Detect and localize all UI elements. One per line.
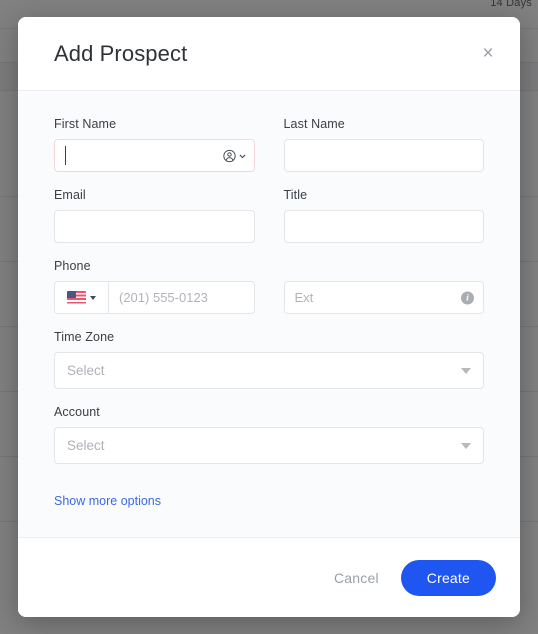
ext-group: i xyxy=(283,259,485,314)
title-input[interactable] xyxy=(283,210,484,243)
last-name-label: Last Name xyxy=(283,117,345,131)
close-icon[interactable]: × xyxy=(474,40,502,68)
page-title: Add Prospect xyxy=(54,40,188,66)
phone-group: Phone xyxy=(54,259,255,314)
time-zone-group: Time Zone Select xyxy=(54,330,484,389)
add-prospect-modal: Add Prospect × First Name Last Name Emai… xyxy=(18,17,520,617)
time-zone-value: Select xyxy=(67,363,105,378)
chevron-down-icon xyxy=(461,442,471,449)
chevron-down-icon xyxy=(239,154,245,158)
account-value: Select xyxy=(67,438,105,453)
time-zone-select[interactable]: Select xyxy=(54,352,484,389)
title-label: Title xyxy=(283,188,308,202)
ext-spacer-label xyxy=(284,259,485,273)
email-input[interactable] xyxy=(54,210,255,243)
caret-down-icon xyxy=(90,295,96,300)
us-flag-icon xyxy=(67,291,86,304)
phone-input[interactable] xyxy=(109,282,254,313)
text-cursor xyxy=(65,146,66,165)
email-label: Email xyxy=(54,188,86,202)
modal-body: First Name Last Name Email Title Phone (… xyxy=(18,91,520,537)
account-group: Account Select xyxy=(54,405,484,464)
email-group: Email xyxy=(54,188,255,243)
first-name-input-wrapper xyxy=(54,139,255,172)
chevron-down-icon xyxy=(461,367,471,374)
last-name-group: Last Name xyxy=(283,117,484,172)
country-code-selector[interactable] xyxy=(55,282,109,313)
title-group: Title xyxy=(283,188,484,243)
last-name-input[interactable] xyxy=(283,139,484,172)
person-circle-icon[interactable] xyxy=(222,149,247,162)
first-name-group: First Name xyxy=(54,117,255,172)
phone-label: Phone xyxy=(54,259,91,273)
account-label: Account xyxy=(54,405,100,419)
time-zone-label: Time Zone xyxy=(54,330,115,344)
cancel-button[interactable]: Cancel xyxy=(330,564,383,592)
first-name-label: First Name xyxy=(54,117,117,131)
email-title-field-row: Email Title xyxy=(54,188,484,243)
ext-input[interactable] xyxy=(283,281,484,314)
phone-input-wrapper xyxy=(54,281,255,314)
phone-field-row: Phone i xyxy=(54,259,484,314)
modal-footer: Cancel Create xyxy=(18,537,520,617)
show-more-options-link[interactable]: Show more options xyxy=(54,494,161,508)
info-icon[interactable]: i xyxy=(461,291,474,304)
create-button[interactable]: Create xyxy=(400,559,496,596)
account-select[interactable]: Select xyxy=(54,427,484,464)
modal-header: Add Prospect × xyxy=(18,17,520,91)
name-field-row: First Name Last Name xyxy=(54,117,484,172)
ext-input-wrapper: i xyxy=(283,281,484,314)
